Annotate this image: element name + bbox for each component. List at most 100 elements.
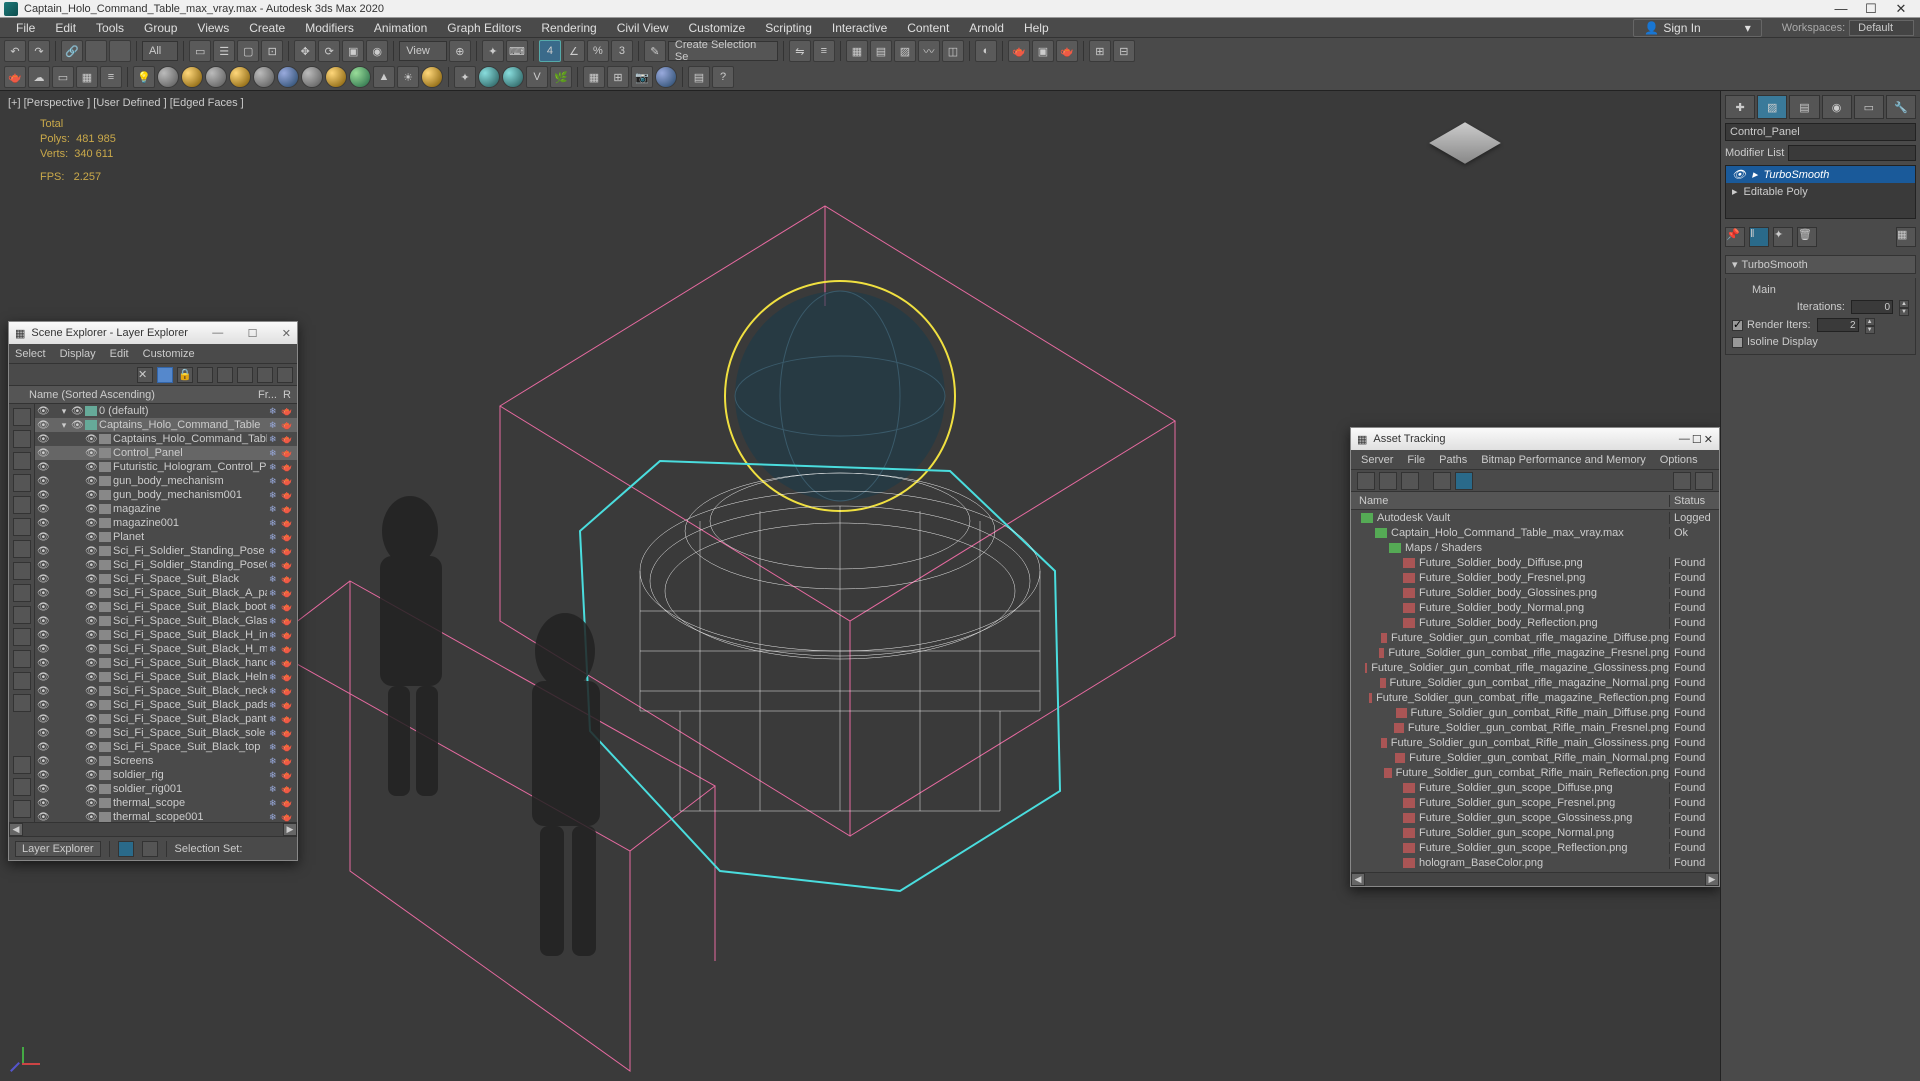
se-filter-9[interactable]	[13, 584, 31, 602]
redo-button[interactable]: ↷	[28, 40, 50, 62]
create-cloud-button[interactable]: ☁	[28, 66, 50, 88]
modstack-turbosmooth[interactable]: 👁▸TurboSmooth	[1726, 166, 1915, 183]
frozen-icon[interactable]: ❄	[269, 574, 279, 585]
frozen-icon[interactable]: ❄	[269, 644, 279, 655]
visibility-icon[interactable]: 👁	[85, 504, 97, 515]
asset-row[interactable]: Future_Soldier_gun_scope_Normal.pngFound	[1351, 825, 1719, 840]
visibility-icon[interactable]: 👁	[85, 742, 97, 753]
se-row[interactable]: 👁👁Planet❄🫖	[35, 530, 297, 544]
remove-modifier-button[interactable]: 🗑	[1797, 227, 1817, 247]
se-row[interactable]: 👁👁Sci_Fi_Space_Suit_Black_neck❄🫖	[35, 684, 297, 698]
visibility-icon[interactable]: 👁	[85, 616, 97, 627]
fx-button[interactable]: ✦	[454, 66, 476, 88]
se-row[interactable]: 👁👁gun_body_mechanism001❄🫖	[35, 488, 297, 502]
at-tool-1[interactable]	[1357, 472, 1375, 490]
se-tool-freeze[interactable]	[257, 367, 273, 383]
se-row[interactable]: 👁👁Sci_Fi_Space_Suit_Black_H_ins❄🫖	[35, 628, 297, 642]
visibility-icon[interactable]: 👁	[37, 728, 49, 739]
script-button[interactable]: ▤	[688, 66, 710, 88]
rollout-header[interactable]: ▾TurboSmooth	[1725, 255, 1916, 274]
visibility-icon[interactable]: 👁	[37, 420, 49, 431]
frozen-icon[interactable]: ❄	[269, 630, 279, 641]
se-tool-clear[interactable]: ✕	[137, 367, 153, 383]
frozen-icon[interactable]: ❄	[269, 812, 279, 823]
visibility-icon[interactable]: 👁	[71, 420, 83, 431]
render-frame-button[interactable]: ▣	[1032, 40, 1054, 62]
select-region-button[interactable]: ▢	[237, 40, 259, 62]
mat-sphere-7[interactable]	[301, 66, 323, 88]
se-row[interactable]: 👁👁soldier_rig❄🫖	[35, 768, 297, 782]
visibility-icon[interactable]: 👁	[37, 546, 49, 557]
render-icon[interactable]: 🫖	[281, 546, 295, 557]
viewport-label[interactable]: [+] [Perspective ] [User Defined ] [Edge…	[8, 97, 244, 109]
unlink-button[interactable]	[85, 40, 107, 62]
visibility-icon[interactable]: 👁	[71, 406, 83, 417]
se-row[interactable]: 👁👁Sci_Fi_Space_Suit_Black_Helmet❄🫖	[35, 670, 297, 684]
render-icon[interactable]: 🫖	[281, 504, 295, 515]
se-row[interactable]: 👁👁Futuristic_Hologram_Control_Panel_Blac…	[35, 460, 297, 474]
at-menu-paths[interactable]: Paths	[1439, 454, 1467, 466]
link-button[interactable]: 🔗	[61, 40, 83, 62]
asset-row[interactable]: Future_Soldier_gun_combat_rifle_magazine…	[1351, 660, 1719, 675]
object-name-input[interactable]	[1725, 123, 1916, 141]
se-filter-16[interactable]	[13, 778, 31, 796]
visibility-icon[interactable]: 👁	[37, 644, 49, 655]
mat-sphere-3[interactable]	[205, 66, 227, 88]
se-row[interactable]: 👁👁Control_Panel❄🫖	[35, 446, 297, 460]
rotate-button[interactable]: ⟳	[318, 40, 340, 62]
asset-tracking-window[interactable]: ▦ Asset Tracking — ☐ ✕ Server File Paths…	[1350, 427, 1720, 887]
motion-tab[interactable]: ◉	[1822, 95, 1852, 119]
visibility-icon[interactable]: 👁	[85, 462, 97, 473]
asset-row[interactable]: Captain_Holo_Command_Table_max_vray.maxO…	[1351, 525, 1719, 540]
civ-view2-button[interactable]: ⊟	[1113, 40, 1135, 62]
se-filter-7[interactable]	[13, 540, 31, 558]
se-row[interactable]: 👁👁Sci_Fi_Space_Suit_Black_boots❄🫖	[35, 600, 297, 614]
asset-row[interactable]: Future_Soldier_body_Normal.pngFound	[1351, 600, 1719, 615]
asset-row[interactable]: Future_Soldier_gun_scope_Reflection.pngF…	[1351, 840, 1719, 855]
se-row[interactable]: 👁👁magazine❄🫖	[35, 502, 297, 516]
mirror-button[interactable]: ⇋	[789, 40, 811, 62]
angle-snap-button[interactable]: ∠	[563, 40, 585, 62]
visibility-icon[interactable]: 👁	[37, 770, 49, 781]
render-button[interactable]: 🫖	[1056, 40, 1078, 62]
frozen-icon[interactable]: ❄	[269, 546, 279, 557]
render-icon[interactable]: 🫖	[281, 784, 295, 795]
visibility-icon[interactable]: 👁	[37, 700, 49, 711]
bind-button[interactable]	[109, 40, 131, 62]
render-icon[interactable]: 🫖	[281, 798, 295, 809]
visibility-icon[interactable]: 👁	[37, 616, 49, 627]
menu-tools[interactable]: Tools	[86, 19, 134, 37]
keyboard-button[interactable]: ⌨	[506, 40, 528, 62]
asset-row[interactable]: Future_Soldier_gun_combat_Rifle_main_Nor…	[1351, 750, 1719, 765]
se-tool-add[interactable]	[237, 367, 253, 383]
se-menu-display[interactable]: Display	[60, 348, 96, 360]
menu-file[interactable]: File	[6, 19, 45, 37]
se-minimize-button[interactable]: —	[212, 327, 223, 339]
se-menu-select[interactable]: Select	[15, 348, 46, 360]
at-close-button[interactable]: ✕	[1704, 433, 1713, 446]
menu-create[interactable]: Create	[239, 19, 295, 37]
se-row[interactable]: 👁👁Sci_Fi_Space_Suit_Black_H_met❄🫖	[35, 642, 297, 656]
mat-sphere-9[interactable]	[349, 66, 371, 88]
se-filter-14[interactable]	[13, 694, 31, 712]
iterations-spinner[interactable]: 0	[1851, 300, 1893, 314]
se-row[interactable]: 👁👁gun_body_mechanism❄🫖	[35, 474, 297, 488]
visibility-icon[interactable]: 👁	[37, 532, 49, 543]
visibility-icon[interactable]: 👁	[85, 574, 97, 585]
se-row[interactable]: 👁👁Sci_Fi_Space_Suit_Black❄🫖	[35, 572, 297, 586]
visibility-icon[interactable]: 👁	[85, 476, 97, 487]
visibility-icon[interactable]: 👁	[37, 658, 49, 669]
visibility-icon[interactable]: 👁	[85, 756, 97, 767]
se-close-button[interactable]: ✕	[282, 327, 291, 340]
visibility-icon[interactable]: 👁	[85, 532, 97, 543]
pivot-button[interactable]: ⊕	[449, 40, 471, 62]
material-editor-button[interactable]: ◐	[975, 40, 997, 62]
show-end-result-button[interactable]: ‖	[1749, 227, 1769, 247]
visibility-icon[interactable]: 👁	[85, 812, 97, 823]
se-row[interactable]: 👁👁Screens❄🫖	[35, 754, 297, 768]
frozen-icon[interactable]: ❄	[269, 742, 279, 753]
at-tool-6[interactable]	[1673, 472, 1691, 490]
asset-row[interactable]: Future_Soldier_gun_scope_Diffuse.pngFoun…	[1351, 780, 1719, 795]
mat-sphere-5[interactable]	[253, 66, 275, 88]
visibility-icon[interactable]: 👁	[85, 784, 97, 795]
